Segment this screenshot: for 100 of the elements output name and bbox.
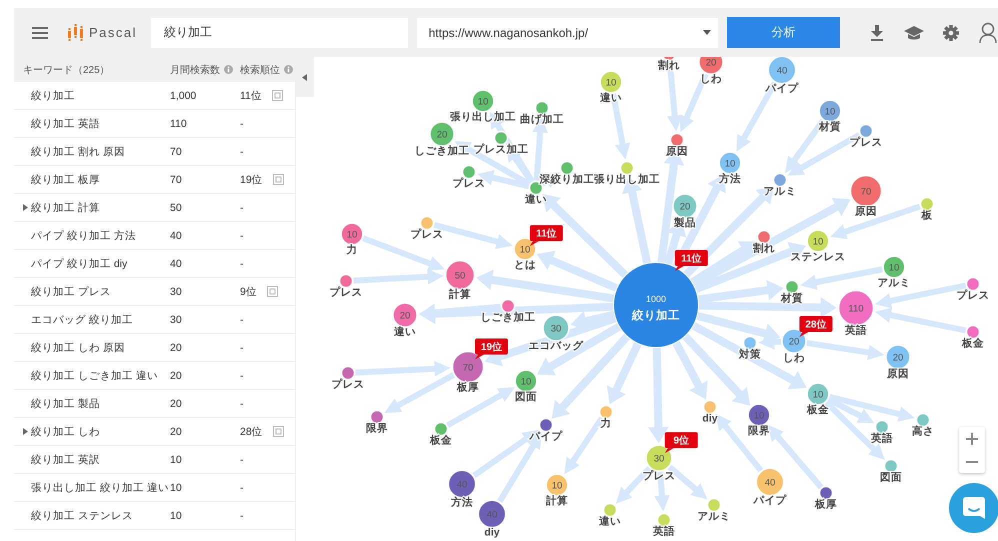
node-label[interactable]: しごき加工 (414, 145, 470, 158)
node-label[interactable]: 材質 (780, 292, 803, 304)
node-label[interactable]: 違い (600, 92, 622, 104)
node-label[interactable]: プレス (642, 470, 676, 482)
node-label[interactable]: 違い (598, 516, 621, 528)
node-label[interactable]: しごき加工 (480, 312, 536, 324)
node-circle[interactable] (338, 274, 353, 288)
node-label[interactable]: 曲げ加工 (520, 114, 564, 126)
node-label[interactable]: 力 (346, 244, 358, 256)
node-circle[interactable] (784, 280, 799, 294)
node-label[interactable]: 板金 (962, 338, 984, 350)
keyword-cell[interactable]: 絞り加工 しわ (31, 424, 100, 438)
keyword-cell[interactable]: 絞り加工 (31, 88, 75, 102)
keyword-cell[interactable]: 張り出し加工 絞り加工 違い (31, 480, 169, 494)
node-circle[interactable] (392, 302, 418, 328)
node-label[interactable]: プレス (331, 378, 364, 390)
node-label[interactable]: 板金 (430, 434, 452, 446)
node-label[interactable]: プレス (452, 178, 486, 190)
node-circle[interactable] (965, 276, 980, 292)
node-label[interactable]: 図面 (880, 472, 902, 484)
node-circle[interactable] (451, 350, 484, 384)
node-label[interactable]: 力 (600, 418, 612, 430)
node-circle[interactable] (756, 230, 771, 244)
node-circle[interactable] (965, 324, 980, 340)
node-circle[interactable] (614, 263, 698, 347)
node-circle[interactable] (444, 260, 475, 290)
node-label[interactable]: プレス (956, 290, 990, 302)
node-circle[interactable] (806, 382, 830, 406)
node-circle[interactable] (849, 174, 882, 208)
node-circle[interactable] (419, 216, 434, 230)
zoom-out-button[interactable] (958, 450, 985, 473)
node-label[interactable]: diy (484, 526, 500, 539)
node-circle[interactable] (874, 420, 889, 434)
keyword-cell[interactable]: 絞り加工 英訳 (31, 452, 100, 466)
node-circle[interactable] (858, 124, 873, 138)
node-label[interactable]: 違い (524, 194, 547, 206)
node-label[interactable]: 絞り加工 (632, 310, 680, 322)
node-label[interactable]: 深絞り加工 (539, 174, 594, 186)
keyword-cell[interactable]: 絞り加工 板厚 (31, 172, 100, 186)
node-circle[interactable] (702, 400, 717, 414)
node-circle[interactable] (672, 193, 698, 219)
node-circle[interactable] (706, 498, 721, 512)
keyword-cell[interactable]: 絞り加工 しごき加工 違い (31, 368, 158, 382)
keyword-cell[interactable]: 絞り加工 製品 (31, 396, 100, 410)
caret-icon[interactable] (703, 30, 712, 35)
node-circle[interactable] (645, 444, 672, 472)
node-label[interactable]: 割れ (752, 242, 775, 254)
node-label[interactable]: 板金 (806, 404, 829, 416)
node-label[interactable]: 板 (921, 210, 932, 222)
node-label[interactable]: 張り出し加工 (450, 110, 516, 123)
node-circle[interactable] (599, 70, 622, 94)
node-label[interactable]: 材質 (818, 120, 841, 133)
keyword-cell[interactable]: エコバッグ 絞り加工 (31, 312, 133, 326)
chat-icon[interactable] (962, 496, 986, 520)
node-circle[interactable] (534, 100, 549, 116)
node-label[interactable]: 英語 (844, 324, 867, 336)
node-circle[interactable] (461, 164, 476, 180)
node-circle[interactable] (471, 89, 494, 113)
node-label[interactable]: プレス (410, 228, 444, 240)
node-circle[interactable] (780, 328, 806, 354)
expand-icon[interactable] (23, 204, 28, 211)
node-circle[interactable] (369, 410, 384, 424)
node-label[interactable]: パイプ (765, 82, 798, 95)
node-label[interactable]: プレス加工 (473, 144, 528, 156)
plus-icon[interactable] (966, 432, 978, 444)
collapse-button[interactable] (296, 57, 314, 97)
node-label[interactable]: パイプ (529, 430, 562, 442)
node-circle[interactable] (545, 473, 568, 497)
node-circle[interactable] (883, 458, 898, 474)
node-circle[interactable] (542, 314, 570, 342)
node-label[interactable]: 対策 (738, 348, 761, 360)
node-circle[interactable] (669, 132, 684, 148)
user-icon[interactable] (978, 20, 998, 44)
node-circle[interactable] (500, 298, 515, 314)
node-circle[interactable] (340, 222, 364, 246)
node-circle[interactable] (919, 196, 934, 212)
node-circle[interactable] (818, 99, 842, 123)
node-label[interactable]: 英語 (652, 526, 675, 538)
node-circle[interactable] (477, 500, 506, 528)
chat-button[interactable] (948, 483, 998, 533)
node-circle[interactable] (656, 512, 671, 528)
node-circle[interactable] (340, 366, 355, 380)
keyword-cell[interactable]: 絞り加工 割れ 原因 (31, 144, 125, 158)
node-label[interactable]: 原因 (666, 146, 688, 158)
node-label[interactable]: 製品 (674, 217, 696, 230)
node-circle[interactable] (538, 418, 553, 432)
menu-button[interactable] (32, 26, 48, 38)
node-label[interactable]: 計算 (546, 494, 568, 507)
node-label[interactable]: 原因 (886, 368, 909, 380)
node-label[interactable]: 高さ (912, 426, 934, 438)
zoom-in-button[interactable] (958, 427, 985, 450)
node-circle[interactable] (838, 290, 874, 326)
analyze-button[interactable]: 分析 (727, 17, 840, 48)
node-label[interactable]: しわ (782, 352, 805, 364)
keyword-cell[interactable]: 絞り加工 計算 (31, 200, 100, 214)
node-circle[interactable] (747, 403, 770, 427)
keyword-cell[interactable]: 絞り加工 しわ 原因 (31, 340, 125, 354)
node-circle[interactable] (428, 121, 454, 147)
node-label[interactable]: 方法 (450, 496, 473, 509)
keyword-cell[interactable]: 絞り加工 英語 (31, 116, 100, 130)
